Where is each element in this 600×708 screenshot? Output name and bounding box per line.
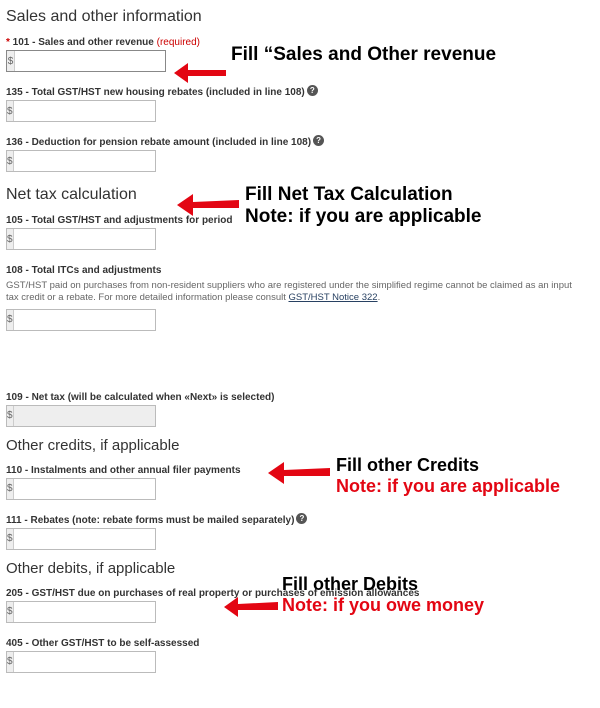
- input-111[interactable]: [14, 529, 164, 549]
- annotation-line: Note: if you are applicable: [245, 206, 482, 228]
- input-111-wrap[interactable]: $: [6, 528, 156, 550]
- arrow-icon: [172, 58, 228, 88]
- field-109-label: 109 - Net tax (will be calculated when «…: [6, 392, 274, 403]
- input-135-wrap[interactable]: $: [6, 100, 156, 122]
- help-icon[interactable]: ?: [313, 135, 324, 146]
- field-108-input: $: [6, 309, 600, 331]
- notice-link[interactable]: GST/HST Notice 322: [289, 292, 378, 303]
- input-109: [14, 406, 164, 426]
- input-101[interactable]: [15, 51, 165, 71]
- input-101-wrap[interactable]: $: [6, 50, 166, 72]
- input-205-wrap[interactable]: $: [6, 601, 156, 623]
- required-text: (required): [157, 37, 200, 48]
- annotation-credits: Fill other Credits Note: if you are appl…: [336, 455, 560, 496]
- annotation-line: Fill Net Tax Calculation: [245, 184, 482, 206]
- annotation-line-red: Note: if you owe money: [282, 595, 484, 616]
- field-135: 135 - Total GST/HST new housing rebates …: [6, 82, 600, 122]
- field-136-label: 136 - Deduction for pension rebate amoun…: [6, 137, 311, 148]
- input-105[interactable]: [14, 229, 164, 249]
- annotation-sales: Fill “Sales and Other revenue: [231, 44, 496, 66]
- input-105-wrap[interactable]: $: [6, 228, 156, 250]
- input-110[interactable]: [14, 479, 164, 499]
- field-101-label: * 101 - Sales and other revenue (require…: [6, 37, 200, 48]
- help-icon[interactable]: ?: [307, 85, 318, 96]
- arrow-icon: [175, 190, 241, 220]
- input-108[interactable]: [14, 310, 164, 330]
- field-108-notice: GST/HST paid on purchases from non-resid…: [6, 280, 586, 305]
- field-108: 108 - Total ITCs and adjustments: [6, 260, 600, 278]
- input-136[interactable]: [14, 151, 164, 171]
- annotation-debits: Fill other Debits Note: if you owe money: [282, 574, 484, 615]
- notice-post: .: [378, 292, 381, 303]
- section-credits-title: Other credits, if applicable: [6, 437, 600, 454]
- annotation-nettax: Fill Net Tax Calculation Note: if you ar…: [245, 184, 482, 228]
- input-205[interactable]: [14, 602, 164, 622]
- annotation-line-red: Note: if you are applicable: [336, 476, 560, 497]
- input-405-wrap[interactable]: $: [6, 651, 156, 673]
- annotation-line: Fill other Credits: [336, 455, 560, 476]
- arrow-icon: [266, 459, 332, 487]
- section-sales-title: Sales and other information: [6, 8, 600, 26]
- input-136-wrap[interactable]: $: [6, 150, 156, 172]
- input-405[interactable]: [14, 652, 164, 672]
- field-111-label: 111 - Rebates (note: rebate forms must b…: [6, 515, 294, 526]
- input-110-wrap[interactable]: $: [6, 478, 156, 500]
- field-110-label: 110 - Instalments and other annual filer…: [6, 465, 241, 476]
- input-109-wrap: $: [6, 405, 156, 427]
- field-405: 405 - Other GST/HST to be self-assessed …: [6, 633, 600, 673]
- field-108-label: 108 - Total ITCs and adjustments: [6, 265, 161, 276]
- input-135[interactable]: [14, 101, 164, 121]
- help-icon[interactable]: ?: [296, 513, 307, 524]
- arrow-icon: [222, 594, 280, 620]
- field-109: 109 - Net tax (will be calculated when «…: [6, 387, 600, 427]
- field-136: 136 - Deduction for pension rebate amoun…: [6, 132, 600, 172]
- field-405-label: 405 - Other GST/HST to be self-assessed: [6, 638, 199, 649]
- annotation-line: Fill other Debits: [282, 574, 484, 595]
- input-108-wrap[interactable]: $: [6, 309, 156, 331]
- currency-prefix: $: [7, 51, 15, 71]
- field-135-label: 135 - Total GST/HST new housing rebates …: [6, 87, 305, 98]
- label-text: 101 - Sales and other revenue: [10, 37, 157, 48]
- field-111: 111 - Rebates (note: rebate forms must b…: [6, 510, 600, 550]
